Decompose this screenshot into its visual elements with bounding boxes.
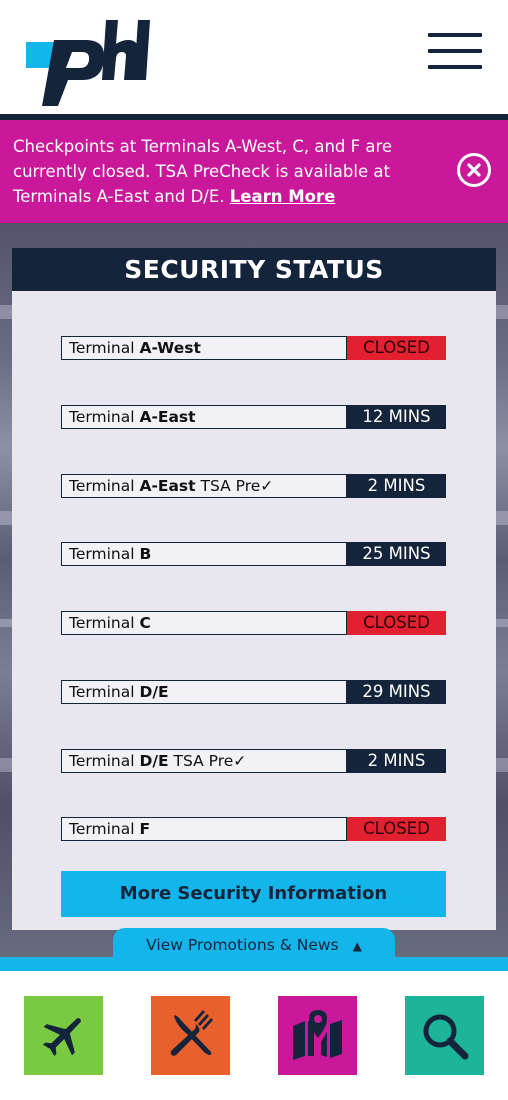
status-badge: 12 MINS [347, 405, 446, 429]
terminal-row[interactable]: Terminal A-West CLOSED [61, 336, 446, 360]
security-status-title: SECURITY STATUS [12, 248, 496, 291]
chevron-up-icon: ▲ [352, 939, 362, 953]
terminal-row[interactable]: Terminal D/E 29 MINS [61, 680, 446, 704]
close-icon[interactable] [457, 153, 491, 187]
view-promotions-tab[interactable]: View Promotions & News ▲ [113, 928, 395, 966]
security-status-card: SECURITY STATUS Terminal A-West CLOSED T… [12, 248, 496, 930]
site-header [0, 0, 508, 114]
status-badge: 2 MINS [347, 749, 446, 773]
bottom-nav [0, 971, 508, 1100]
flights-button[interactable] [24, 996, 103, 1075]
more-security-info-button[interactable]: More Security Information [61, 871, 446, 917]
alert-message: Checkpoints at Terminals A-West, C, and … [13, 137, 393, 206]
learn-more-link[interactable]: Learn More [230, 187, 336, 206]
status-badge: CLOSED [347, 817, 446, 841]
dining-button[interactable] [151, 996, 230, 1075]
status-badge: 25 MINS [347, 542, 446, 566]
terminal-row[interactable]: Terminal D/E TSA Pre✓ 2 MINS [61, 749, 446, 773]
airplane-icon [42, 1018, 81, 1057]
status-badge: 29 MINS [347, 680, 446, 704]
status-badge: CLOSED [347, 611, 446, 635]
terminal-row[interactable]: Terminal C CLOSED [61, 611, 446, 635]
terminal-row[interactable]: Terminal F CLOSED [61, 817, 446, 841]
search-icon [423, 1014, 469, 1060]
terminal-row[interactable]: Terminal B 25 MINS [61, 542, 446, 566]
maps-button[interactable] [278, 996, 357, 1075]
terminal-row[interactable]: Terminal A-East TSA Pre✓ 2 MINS [61, 474, 446, 498]
closure-alert-banner: Checkpoints at Terminals A-West, C, and … [0, 120, 508, 223]
map-pin-icon [293, 1010, 342, 1060]
hamburger-menu-icon[interactable] [426, 30, 484, 72]
search-button[interactable] [405, 996, 484, 1075]
terminal-row[interactable]: Terminal A-East 12 MINS [61, 405, 446, 429]
fork-knife-icon [170, 1010, 213, 1056]
status-badge: 2 MINS [347, 474, 446, 498]
phl-logo[interactable] [24, 18, 154, 110]
status-badge: CLOSED [347, 336, 446, 360]
